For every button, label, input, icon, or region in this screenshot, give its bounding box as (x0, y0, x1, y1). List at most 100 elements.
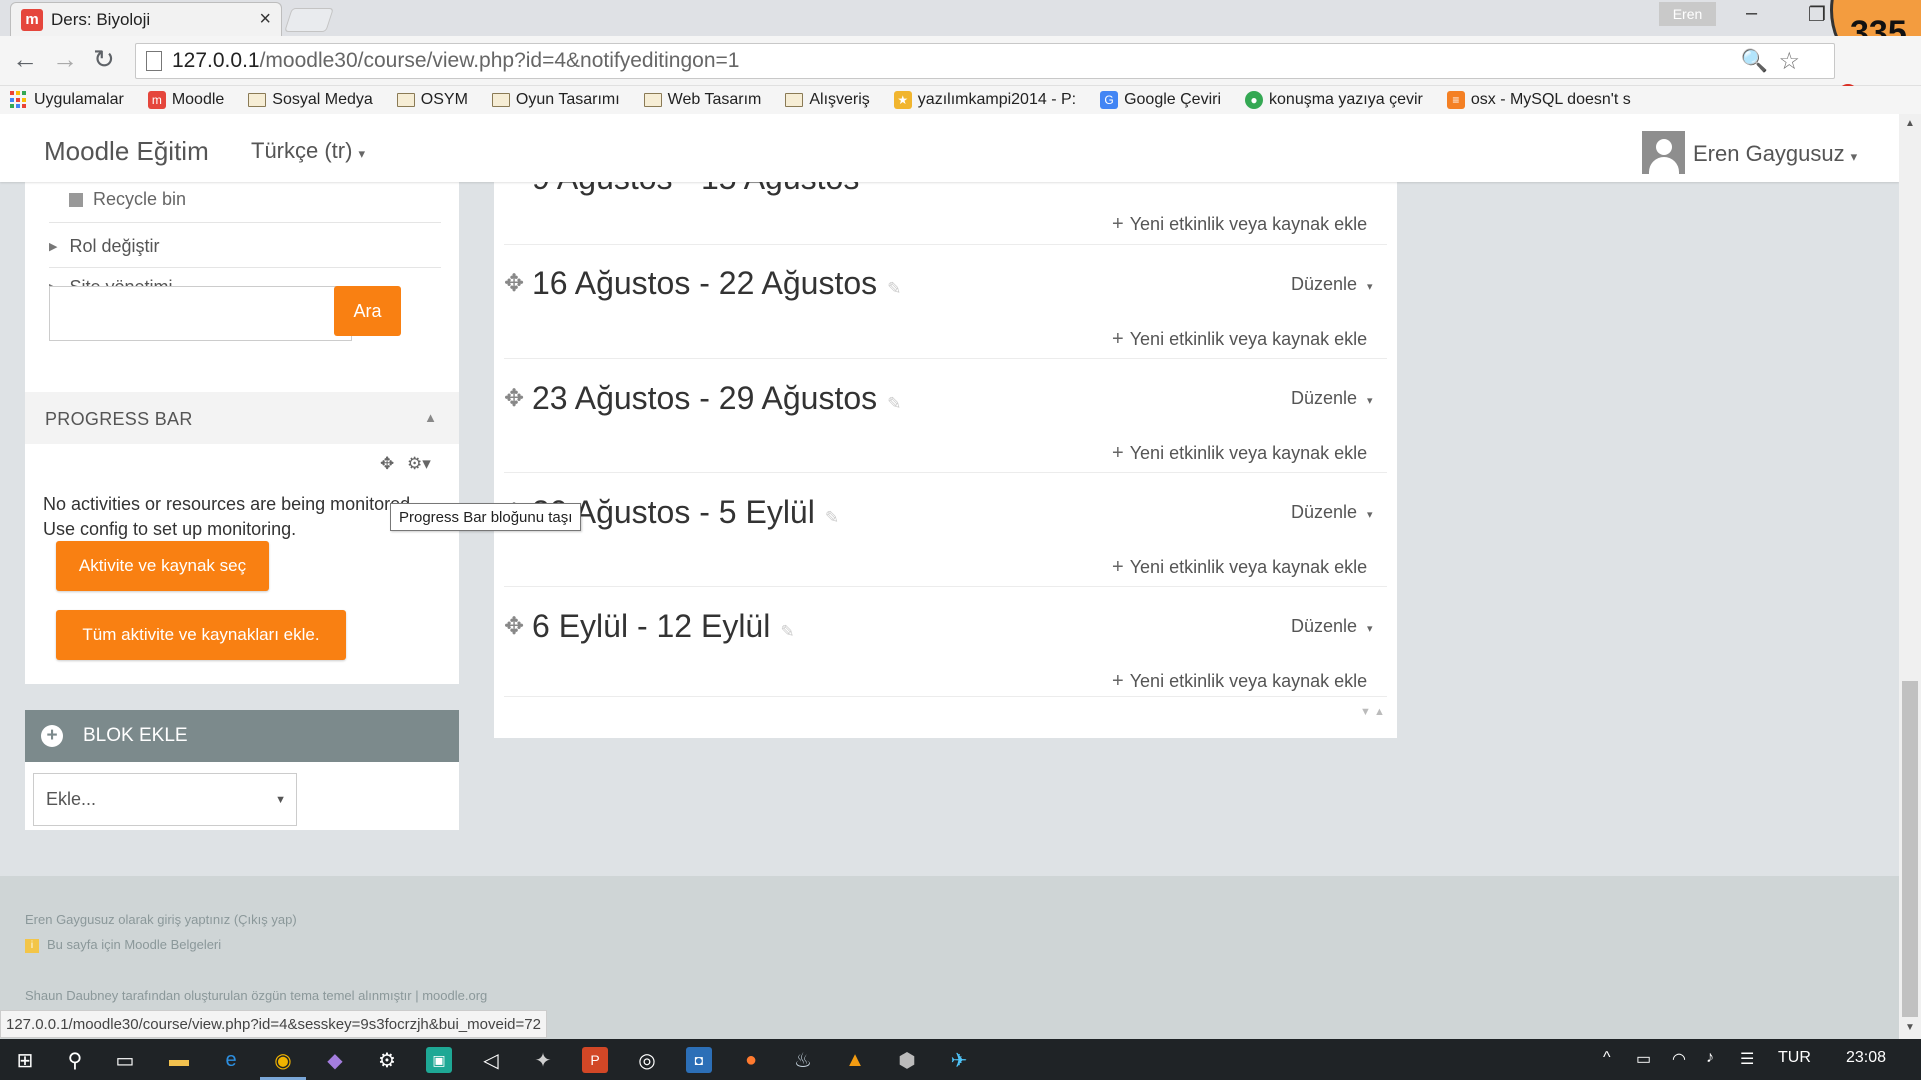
user-menu[interactable]: Eren Gaygusuz ▾ (1693, 141, 1857, 167)
bookmark-osym[interactable]: OSYM (396, 91, 468, 109)
recycle-bin-link[interactable]: Recycle bin (69, 189, 186, 210)
section-nav-arrows[interactable]: ▼ ▲ (1360, 706, 1385, 718)
app-icon[interactable]: ◎ (634, 1047, 660, 1073)
battery-icon[interactable]: ▭ (1636, 1049, 1651, 1069)
edit-menu[interactable]: Düzenle ▾ (1291, 274, 1373, 295)
edit-menu[interactable]: Düzenle ▾ (1291, 616, 1373, 637)
windows-start-icon[interactable]: ⊞ (12, 1047, 38, 1073)
search-icon[interactable]: ⚲ (62, 1047, 88, 1073)
bookmark-moodle[interactable]: m Moodle (147, 91, 224, 109)
address-bar[interactable]: 127.0.0.1/moodle30/course/view.php?id=4&… (135, 43, 1835, 79)
app-icon[interactable]: ✦ (530, 1047, 556, 1073)
settings-gear-icon[interactable]: ⚙ (374, 1047, 400, 1073)
bookmark-star-icon[interactable]: ☆ (1778, 47, 1800, 76)
powerpoint-icon[interactable]: P (582, 1047, 608, 1073)
edit-menu[interactable]: Düzenle ▾ (1291, 388, 1373, 409)
app-icon[interactable]: ✈ (946, 1047, 972, 1073)
docs-link[interactable]: i Bu sayfa için Moodle Belgeleri (25, 937, 221, 953)
pencil-icon[interactable]: ✎ (780, 622, 794, 641)
moodle-favicon-icon: m (21, 8, 43, 31)
reload-icon[interactable]: ↻ (93, 44, 115, 75)
unity-icon[interactable]: ◁ (478, 1047, 504, 1073)
bookmark-stackoverflow[interactable]: ≡ osx - MySQL doesn't s (1446, 91, 1631, 109)
section-title: 6 Eylül - 12 Eylül ✎ (532, 608, 795, 644)
tab-title: Ders: Biyoloji (51, 9, 151, 29)
bookmark-sosyal-medya[interactable]: Sosyal Medya (248, 91, 373, 109)
input-language[interactable]: TUR (1778, 1049, 1811, 1067)
pencil-icon[interactable]: ✎ (887, 279, 901, 298)
edge-icon[interactable]: e (218, 1047, 244, 1073)
nav-item-rol-degistir[interactable]: ▶ Rol değiştir (49, 236, 160, 257)
collapse-icon[interactable]: ▲ (424, 410, 437, 425)
visual-studio-icon[interactable]: ◆ (322, 1047, 348, 1073)
bookmark-apps[interactable]: Uygulamalar (10, 91, 124, 109)
volume-icon[interactable]: ♪ (1706, 1049, 1714, 1067)
add-activity-link[interactable]: + Yeni etkinlik veya kaynak ekle (1112, 213, 1367, 236)
dropdown-arrow-icon: ▼ (275, 794, 286, 806)
section-title: 23 Ağustos - 29 Ağustos ✎ (532, 380, 902, 416)
chevron-up-icon[interactable]: ^ (1603, 1049, 1611, 1067)
clock[interactable]: 23:08 (1846, 1049, 1886, 1067)
app-icon[interactable]: ▲ (842, 1047, 868, 1073)
page-viewport: Moodle Eğitim Türkçe (tr) ▾ Eren Gaygusuz… (0, 114, 1899, 1039)
add-activity-link[interactable]: + Yeni etkinlik veya kaynak ekle (1112, 328, 1367, 351)
file-explorer-icon[interactable]: ▬ (166, 1047, 192, 1073)
add-activity-link[interactable]: + Yeni etkinlik veya kaynak ekle (1112, 670, 1367, 693)
notification-icon[interactable]: ☰ (1740, 1049, 1754, 1069)
trash-icon (69, 192, 83, 207)
bookmark-yazilimkampi[interactable]: ★ yazılımkampi2014 - P: (893, 91, 1076, 109)
wifi-icon[interactable]: ◠ (1672, 1049, 1686, 1069)
bookmark-oyun-tasarimi[interactable]: Oyun Tasarımı (491, 91, 620, 109)
chevron-down-icon: ▾ (1367, 509, 1373, 521)
scrollbar-thumb[interactable] (1902, 681, 1918, 1017)
app-icon[interactable]: ⬢ (894, 1047, 920, 1073)
add-activity-link[interactable]: + Yeni etkinlik veya kaynak ekle (1112, 442, 1367, 465)
page-scrollbar[interactable]: ▲ ▼ (1899, 114, 1921, 1039)
restore-window-icon[interactable]: ❐ (1808, 2, 1826, 27)
move-section-icon[interactable]: ✥ (504, 384, 524, 413)
task-view-icon[interactable]: ▭ (112, 1047, 138, 1073)
scroll-down-icon[interactable]: ▼ (1905, 1022, 1915, 1033)
site-brand[interactable]: Moodle Eğitim (44, 136, 209, 167)
new-tab-button[interactable] (284, 8, 334, 32)
browser-tab[interactable]: m Ders: Biyoloji × (10, 2, 282, 36)
gear-icon[interactable]: ⚙▾ (407, 454, 431, 473)
add-all-activities-button[interactable]: Tüm aktivite ve kaynakları ekle. (56, 610, 346, 660)
steam-icon[interactable]: ♨ (790, 1047, 816, 1073)
app-icon[interactable]: ◘ (686, 1047, 712, 1073)
add-activity-link[interactable]: + Yeni etkinlik veya kaynak ekle (1112, 556, 1367, 579)
pencil-icon[interactable]: ✎ (887, 394, 901, 413)
bookmark-google-ceviri[interactable]: G Google Çeviri (1100, 91, 1221, 109)
bookmark-alisveris[interactable]: Alışveriş (785, 91, 870, 109)
search-button[interactable]: Ara (334, 286, 401, 336)
select-activities-button[interactable]: Aktivite ve kaynak seç (56, 541, 269, 591)
apps-grid-icon (10, 91, 28, 109)
language-menu[interactable]: Türkçe (tr) ▾ (251, 138, 365, 164)
login-info[interactable]: Eren Gaygusuz olarak giriş yaptınız (Çık… (25, 912, 297, 927)
edit-menu[interactable]: Düzenle ▾ (1291, 502, 1373, 523)
avatar[interactable] (1642, 131, 1685, 174)
bookmark-konusma[interactable]: ● konuşma yazıya çevir (1245, 91, 1423, 109)
app-icon[interactable]: ● (738, 1047, 764, 1073)
admin-search-input[interactable] (49, 286, 352, 341)
add-block-select[interactable]: Ekle... ▼ (33, 773, 297, 826)
pencil-icon[interactable]: ✎ (825, 508, 839, 527)
minimize-window-icon[interactable]: – (1746, 2, 1757, 25)
zoom-icon[interactable]: 🔍 (1741, 48, 1768, 74)
move-section-icon[interactable]: ✥ (504, 269, 524, 298)
scroll-up-icon[interactable]: ▲ (1905, 118, 1915, 129)
move-section-icon[interactable]: ✥ (504, 612, 524, 641)
translate-icon: G (1100, 91, 1119, 109)
chrome-taskbar-icon[interactable]: ◉ (270, 1047, 296, 1073)
progress-bar-block: PROGRESS BAR ▲ ✥ ⚙▾ No activities or res… (25, 392, 459, 684)
back-arrow-icon[interactable]: ← (12, 44, 38, 75)
tab-close-icon[interactable]: × (259, 8, 271, 31)
chevron-down-icon: ▾ (1367, 623, 1373, 635)
chevron-down-icon: ▾ (1850, 149, 1858, 164)
profile-chip[interactable]: Eren (1659, 2, 1716, 26)
move-icon[interactable]: ✥ (380, 454, 394, 473)
bookmark-web-tasarim[interactable]: Web Tasarım (643, 91, 761, 109)
triangle-right-icon: ▶ (49, 241, 58, 253)
app-icon[interactable]: ▣ (426, 1047, 452, 1073)
forward-arrow-icon[interactable]: → (52, 44, 78, 75)
